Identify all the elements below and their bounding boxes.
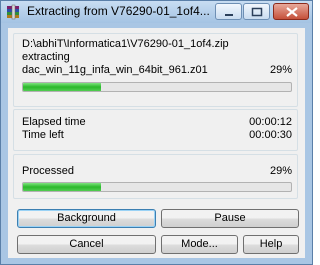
file-progress-fill <box>23 83 101 91</box>
time-left-value: 00:00:30 <box>249 129 292 141</box>
archive-app-icon <box>7 4 19 20</box>
file-percent: 29% <box>269 64 292 76</box>
close-icon <box>286 7 298 17</box>
title-bar[interactable]: Extracting from V76290-01_1of4.... <box>1 1 312 23</box>
current-file-name: dac_win_11g_infa_win_64bit_961.z01 <box>22 64 208 76</box>
archive-path: D:\abhiT\Informatica1\V76290-01_1of4.zip <box>22 38 229 50</box>
help-button[interactable]: Help <box>243 235 299 254</box>
time-left-label: Time left <box>22 129 64 141</box>
processed-percent: 29% <box>269 165 292 177</box>
action-label: extracting <box>22 51 70 63</box>
minimize-button[interactable] <box>215 3 242 20</box>
mode-button[interactable]: Mode... <box>161 235 238 254</box>
window-title: Extracting from V76290-01_1of4.... <box>27 4 209 18</box>
file-progress-bar <box>22 82 292 92</box>
elapsed-time-label: Elapsed time <box>22 116 86 128</box>
timing-group: Elapsed time 00:00:12 Time left 00:00:30 <box>13 109 298 151</box>
archive-info-group: D:\abhiT\Informatica1\V76290-01_1of4.zip… <box>13 33 298 107</box>
cancel-button[interactable]: Cancel <box>17 235 156 254</box>
processed-progress-fill <box>23 183 101 191</box>
background-button[interactable]: Background <box>17 209 156 228</box>
processed-group: Processed 29% <box>13 154 298 199</box>
dialog-body: D:\abhiT\Informatica1\V76290-01_1of4.zip… <box>8 28 305 258</box>
extraction-window: Extracting from V76290-01_1of4.... D:\ab… <box>0 0 313 265</box>
maximize-icon <box>251 7 263 17</box>
pause-button[interactable]: Pause <box>161 209 299 228</box>
minimize-icon <box>225 14 233 16</box>
close-button[interactable] <box>273 3 309 20</box>
elapsed-time-value: 00:00:12 <box>249 116 292 128</box>
processed-progress-bar <box>22 182 292 192</box>
processed-label: Processed <box>22 165 74 177</box>
maximize-button[interactable] <box>243 3 270 20</box>
